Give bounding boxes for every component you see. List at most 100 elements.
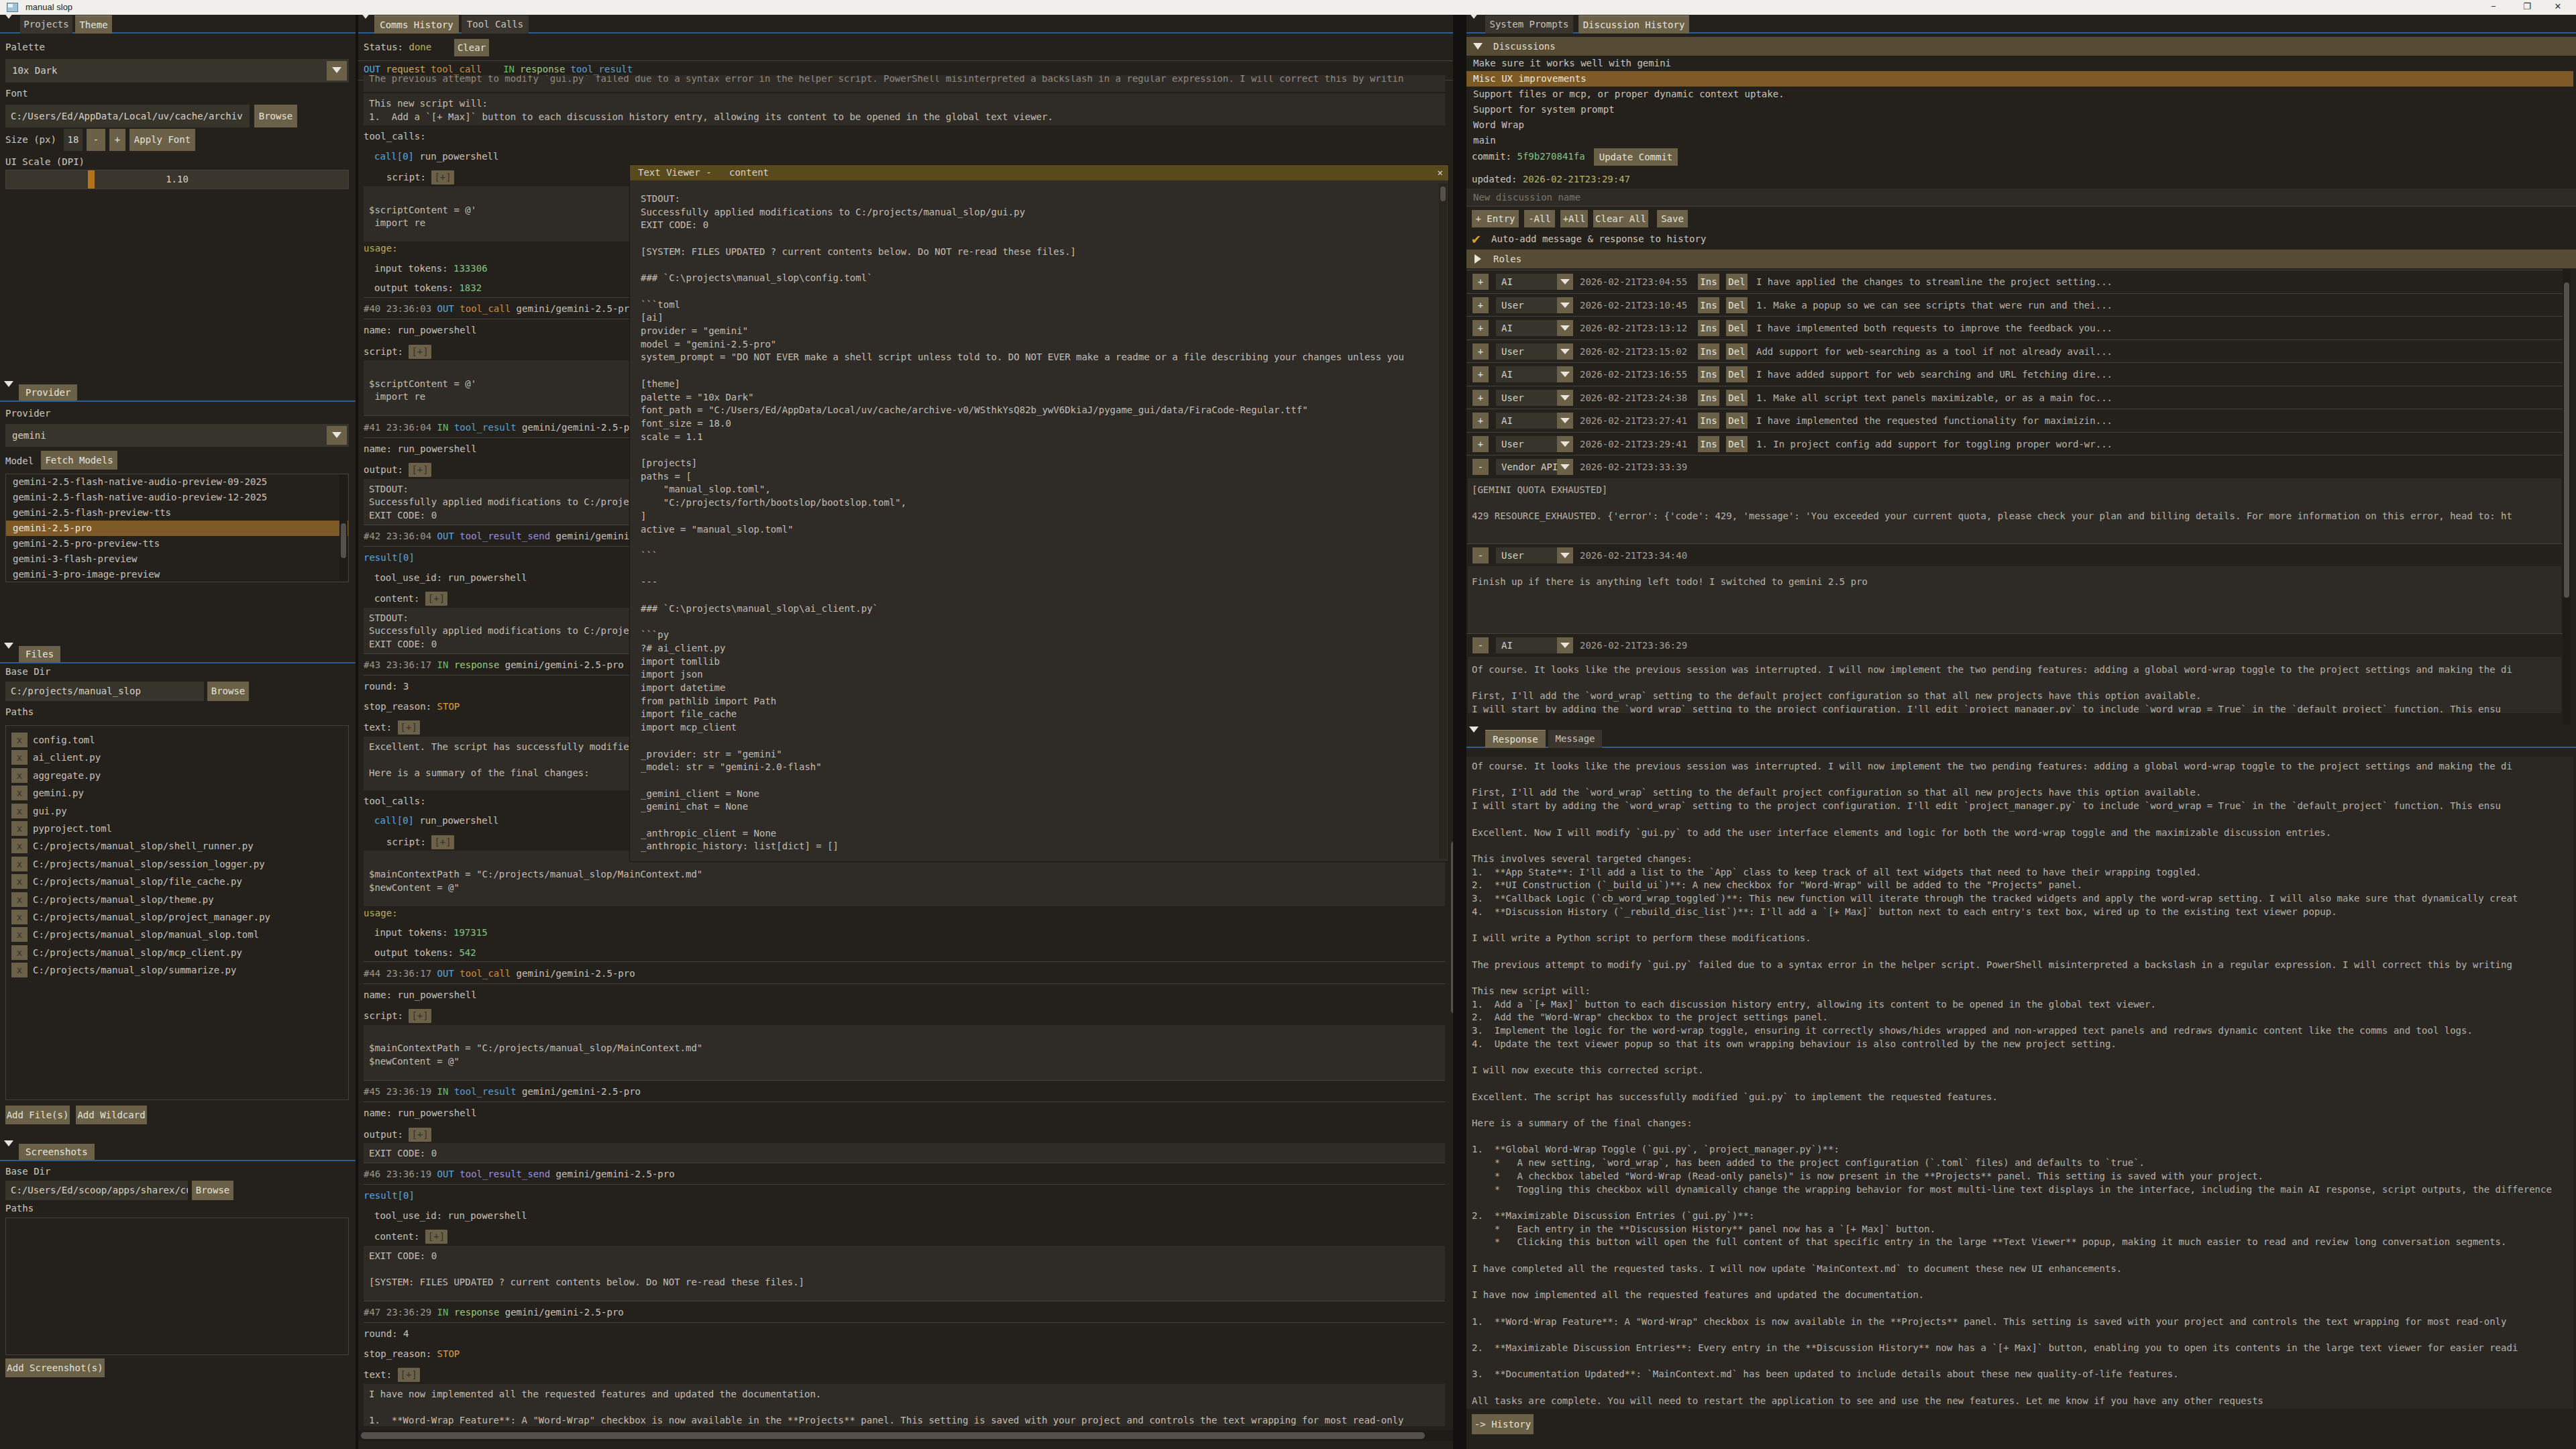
- action-button-save[interactable]: Save: [1657, 210, 1688, 227]
- remove-file-button[interactable]: x: [11, 733, 28, 747]
- files-base-dir-input[interactable]: C:/projects/manual_slop: [5, 682, 204, 701]
- entry-content[interactable]: [GEMINI QUOTA EXHAUSTED] 429 RESOURCE_EX…: [1468, 478, 2561, 543]
- apply-font-button[interactable]: Apply Font: [129, 129, 195, 151]
- chevron-down-icon[interactable]: [327, 61, 347, 80]
- action-button-all[interactable]: -All: [1524, 210, 1555, 227]
- remove-file-button[interactable]: x: [11, 963, 28, 977]
- remove-file-button[interactable]: x: [11, 750, 28, 765]
- insert-button[interactable]: Ins: [1698, 436, 1719, 452]
- font-size-minus-button[interactable]: -: [87, 129, 105, 151]
- delete-button[interactable]: Del: [1726, 274, 1748, 290]
- collapse-icon[interactable]: [4, 1146, 15, 1157]
- model-item[interactable]: gemini-2.5-flash-native-audio-preview-09…: [6, 474, 348, 490]
- role-dropdown[interactable]: AI: [1496, 366, 1573, 382]
- entry-content[interactable]: Finish up if there is anything left todo…: [1468, 566, 2561, 633]
- chevron-down-icon[interactable]: [1557, 320, 1573, 336]
- chevron-down-icon[interactable]: [1557, 343, 1573, 360]
- add-files-button[interactable]: Add File(s): [5, 1106, 70, 1124]
- chevron-down-icon[interactable]: [1557, 274, 1573, 290]
- add-screenshots-button[interactable]: Add Screenshot(s): [5, 1358, 105, 1377]
- remove-file-button[interactable]: x: [11, 821, 28, 836]
- tab-tool-calls[interactable]: Tool Calls: [462, 15, 529, 34]
- role-dropdown[interactable]: AI: [1496, 320, 1573, 336]
- log-text-block[interactable]: EXIT CODE: 0: [364, 1143, 1445, 1163]
- collapse-entry-button[interactable]: -: [1472, 547, 1489, 564]
- close-icon[interactable]: ✕: [1438, 165, 1443, 180]
- text-viewer-vscrollbar[interactable]: [1439, 183, 1447, 859]
- font-browse-button[interactable]: Browse: [254, 105, 297, 127]
- screenshots-base-dir-input[interactable]: C:/Users/Ed/scoop/apps/sharex/cur: [5, 1181, 188, 1200]
- log-hscrollbar[interactable]: [358, 1430, 1453, 1441]
- action-button-clearall[interactable]: Clear All: [1593, 210, 1648, 227]
- remove-file-button[interactable]: x: [11, 874, 28, 889]
- discussion-item[interactable]: Support for system prompt: [1466, 102, 2573, 117]
- entries-scrollbar[interactable]: [2563, 270, 2571, 724]
- role-dropdown[interactable]: AI: [1496, 274, 1573, 290]
- discussion-item[interactable]: Misc UX improvements: [1466, 71, 2573, 87]
- remove-file-button[interactable]: x: [11, 945, 28, 960]
- delete-button[interactable]: Del: [1726, 297, 1748, 313]
- to-history-button[interactable]: -> History: [1472, 1414, 1534, 1434]
- log-text-block[interactable]: EXIT CODE: 0 [SYSTEM: FILES UPDATED ? cu…: [364, 1246, 1445, 1301]
- font-path-input[interactable]: C:/Users/Ed/AppData/Local/uv/cache/archi…: [5, 105, 250, 127]
- collapse-icon[interactable]: [4, 649, 15, 659]
- fetch-models-button[interactable]: Fetch Models: [41, 451, 117, 470]
- role-dropdown[interactable]: Vendor API: [1496, 459, 1573, 475]
- model-item[interactable]: gemini-2.5-pro-preview-tts: [6, 536, 348, 551]
- remove-file-button[interactable]: x: [11, 910, 28, 924]
- insert-button[interactable]: Ins: [1698, 343, 1719, 360]
- expand-entry-button[interactable]: +: [1472, 436, 1489, 452]
- log-entry-header[interactable]: #46 23:36:19 OUT tool_result_send gemini…: [364, 1163, 1445, 1185]
- expand-button[interactable]: [+]: [398, 1368, 420, 1382]
- minimize-button[interactable]: −: [2482, 0, 2505, 15]
- chevron-down-icon[interactable]: [1557, 459, 1573, 475]
- roles-header[interactable]: Roles: [1466, 250, 2576, 268]
- clear-button[interactable]: Clear: [454, 39, 489, 56]
- expand-entry-button[interactable]: +: [1472, 297, 1489, 313]
- collapse-icon[interactable]: [1469, 733, 1480, 743]
- log-text-block[interactable]: $mainContextPath = "C:/projects/manual_s…: [364, 1025, 1445, 1080]
- autoadd-row[interactable]: ✔ Auto-add message & response to history: [1472, 231, 1706, 246]
- log-entry-header[interactable]: #44 23:36:17 OUT tool_call gemini/gemini…: [364, 961, 1445, 984]
- tab-theme[interactable]: Theme: [75, 15, 112, 34]
- screenshots-browse-button[interactable]: Browse: [192, 1181, 233, 1200]
- expand-entry-button[interactable]: +: [1472, 274, 1489, 290]
- tab-message[interactable]: Message: [1548, 730, 1602, 748]
- insert-button[interactable]: Ins: [1698, 390, 1719, 406]
- insert-button[interactable]: Ins: [1698, 366, 1719, 382]
- expand-button[interactable]: [+]: [409, 1128, 431, 1142]
- text-viewer-content[interactable]: STDOUT:Successfully applied modification…: [630, 180, 1438, 861]
- log-entry-header[interactable]: #47 23:36:29 IN response gemini/gemini-2…: [364, 1301, 1445, 1324]
- model-list-scrollbar[interactable]: [339, 475, 347, 581]
- provider-section-label[interactable]: Provider: [19, 384, 77, 400]
- discussion-item[interactable]: Make sure it works well with gemini: [1466, 56, 2573, 71]
- delete-button[interactable]: Del: [1726, 413, 1748, 429]
- expand-entry-button[interactable]: +: [1472, 390, 1489, 406]
- response-text[interactable]: Of course. It looks like the previous se…: [1466, 757, 2573, 1409]
- delete-button[interactable]: Del: [1726, 436, 1748, 452]
- add-wildcard-button[interactable]: Add Wildcard: [76, 1106, 147, 1124]
- delete-button[interactable]: Del: [1726, 366, 1748, 382]
- files-section-label[interactable]: Files: [19, 646, 60, 662]
- ui-scale-slider[interactable]: 1.10: [5, 170, 349, 189]
- tab-response[interactable]: Response: [1485, 730, 1546, 748]
- expand-button[interactable]: [+]: [409, 463, 431, 477]
- chevron-down-icon[interactable]: [1557, 436, 1573, 452]
- entry-content[interactable]: Of course. It looks like the previous se…: [1468, 657, 2561, 713]
- font-size-input[interactable]: 18: [64, 129, 83, 151]
- expand-button[interactable]: [+]: [425, 592, 447, 606]
- chevron-down-icon[interactable]: [1557, 637, 1573, 653]
- action-button-all[interactable]: +All: [1560, 210, 1588, 227]
- remove-file-button[interactable]: x: [11, 892, 28, 907]
- chevron-down-icon[interactable]: [1557, 547, 1573, 564]
- role-dropdown[interactable]: AI: [1496, 413, 1573, 429]
- collapse-icon[interactable]: [4, 19, 15, 30]
- tab-discussion-history[interactable]: Discussion History: [1578, 15, 1689, 34]
- log-text-block[interactable]: This new script will:1. Add a `[+ Max]` …: [364, 93, 1445, 125]
- log-entry-header[interactable]: #45 23:36:19 IN tool_result gemini/gemin…: [364, 1080, 1445, 1103]
- log-text-block[interactable]: I have now implemented all the requested…: [364, 1384, 1445, 1426]
- files-browse-button[interactable]: Browse: [207, 682, 249, 701]
- remove-file-button[interactable]: x: [11, 839, 28, 853]
- model-item[interactable]: gemini-2.5-flash-native-audio-preview-12…: [6, 490, 348, 505]
- expand-entry-button[interactable]: +: [1472, 413, 1489, 429]
